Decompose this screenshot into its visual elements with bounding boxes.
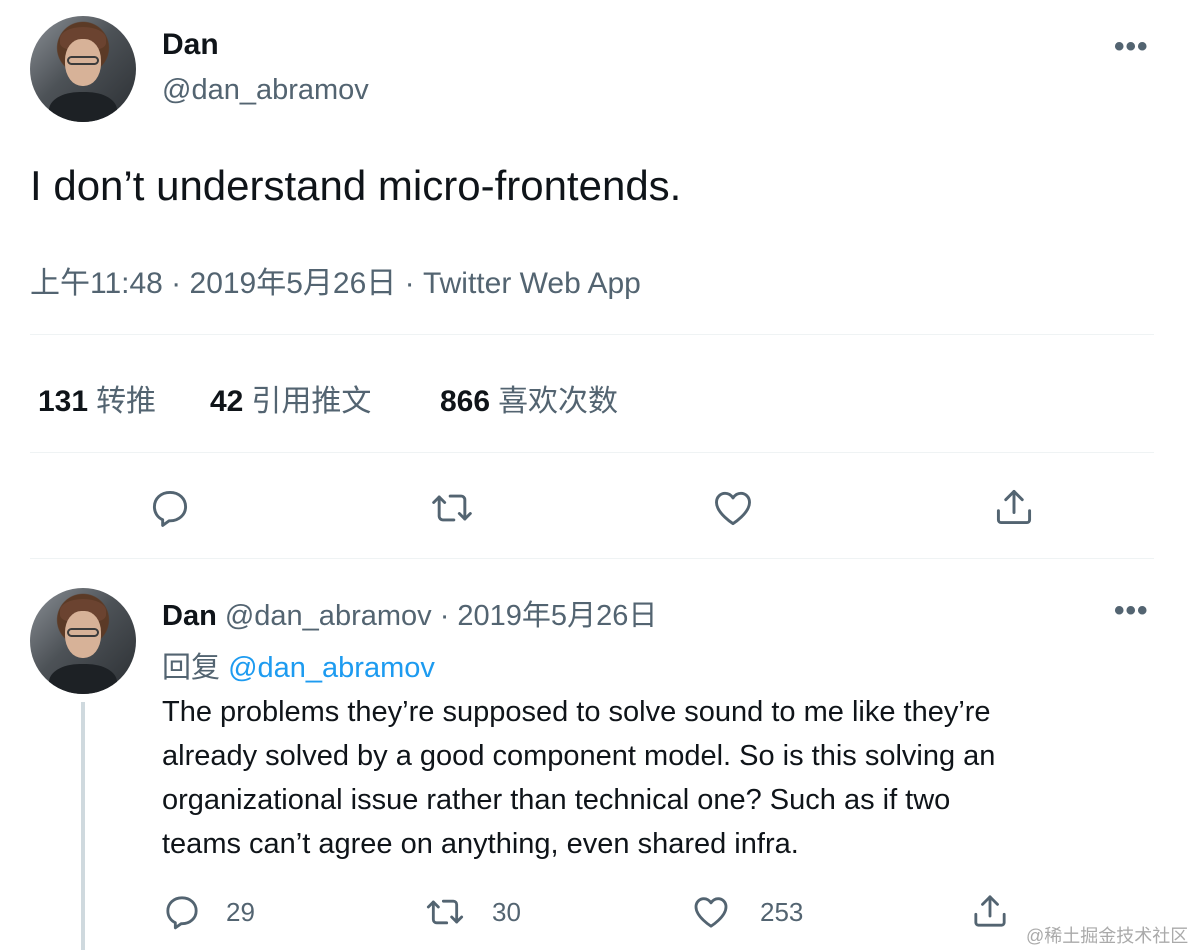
reply-author-avatar[interactable] <box>30 588 136 694</box>
reply-text-line: The problems they’re supposed to solve s… <box>162 696 991 728</box>
stat-likes[interactable]: 866 喜欢次数 <box>440 376 618 420</box>
stat-retweets[interactable]: 131 转推 <box>38 376 156 420</box>
share-icon[interactable] <box>970 890 1010 932</box>
tweet-text: I don’t understand micro-frontends. <box>30 162 682 209</box>
stat-likes-label: 喜欢次数 <box>498 385 619 418</box>
reply-to-line: 回复 @dan_abramov <box>162 644 435 686</box>
retweet-icon[interactable] <box>426 484 478 532</box>
like-count: 253 <box>760 896 804 927</box>
stat-likes-count: 866 <box>440 385 491 418</box>
divider <box>30 452 1154 453</box>
share-icon[interactable] <box>990 482 1038 532</box>
like-icon[interactable] <box>708 484 758 532</box>
reply-text-line: organizational issue rather than technic… <box>162 784 951 816</box>
reply-text: The problems they’re supposed to solve s… <box>162 690 995 866</box>
reply-text-line: already solved by a good component model… <box>162 740 996 772</box>
stat-quotes[interactable]: 42 引用推文 <box>210 376 371 420</box>
tweet-meta[interactable]: 上午11:48 · 2019年5月26日 · Twitter Web App <box>30 258 641 302</box>
author-avatar[interactable] <box>30 16 136 122</box>
reply-count: 29 <box>226 896 255 927</box>
stat-quotes-label: 引用推文 <box>251 385 372 418</box>
reply-text-line: teams can’t agree on anything, even shar… <box>162 828 799 860</box>
reply-icon[interactable] <box>146 484 194 532</box>
reply-more-options-icon[interactable]: ••• <box>1114 594 1149 628</box>
retweet-icon[interactable] <box>422 892 468 932</box>
divider <box>30 334 1154 335</box>
reply-retweet-action[interactable]: 30 <box>422 892 521 932</box>
more-options-icon[interactable]: ••• <box>1114 30 1149 64</box>
divider <box>30 558 1154 559</box>
reply-to-label: 回复 <box>162 652 221 684</box>
reply-date[interactable]: 2019年5月26日 <box>457 600 657 632</box>
reply-like-action[interactable]: 253 <box>690 892 803 932</box>
author-name[interactable]: Dan <box>162 28 219 62</box>
reply-icon[interactable] <box>162 892 202 932</box>
thread-line <box>81 702 85 950</box>
reply-to-mention[interactable]: @dan_abramov <box>228 652 435 684</box>
reply-header: Dan @dan_abramov · 2019年5月26日 <box>162 592 657 634</box>
author-handle[interactable]: @dan_abramov <box>162 74 369 107</box>
reply-author-name[interactable]: Dan <box>162 600 217 632</box>
stat-retweets-count: 131 <box>38 385 89 418</box>
reply-reply-action[interactable]: 29 <box>162 892 255 932</box>
stat-retweets-label: 转推 <box>96 385 157 418</box>
reply-separator: · <box>431 600 458 632</box>
retweet-count: 30 <box>492 896 521 927</box>
stat-quotes-count: 42 <box>210 385 244 418</box>
reply-author-handle[interactable]: @dan_abramov <box>225 600 432 632</box>
watermark: @稀土掘金技术社区 <box>1026 926 1189 946</box>
like-icon[interactable] <box>690 892 732 932</box>
